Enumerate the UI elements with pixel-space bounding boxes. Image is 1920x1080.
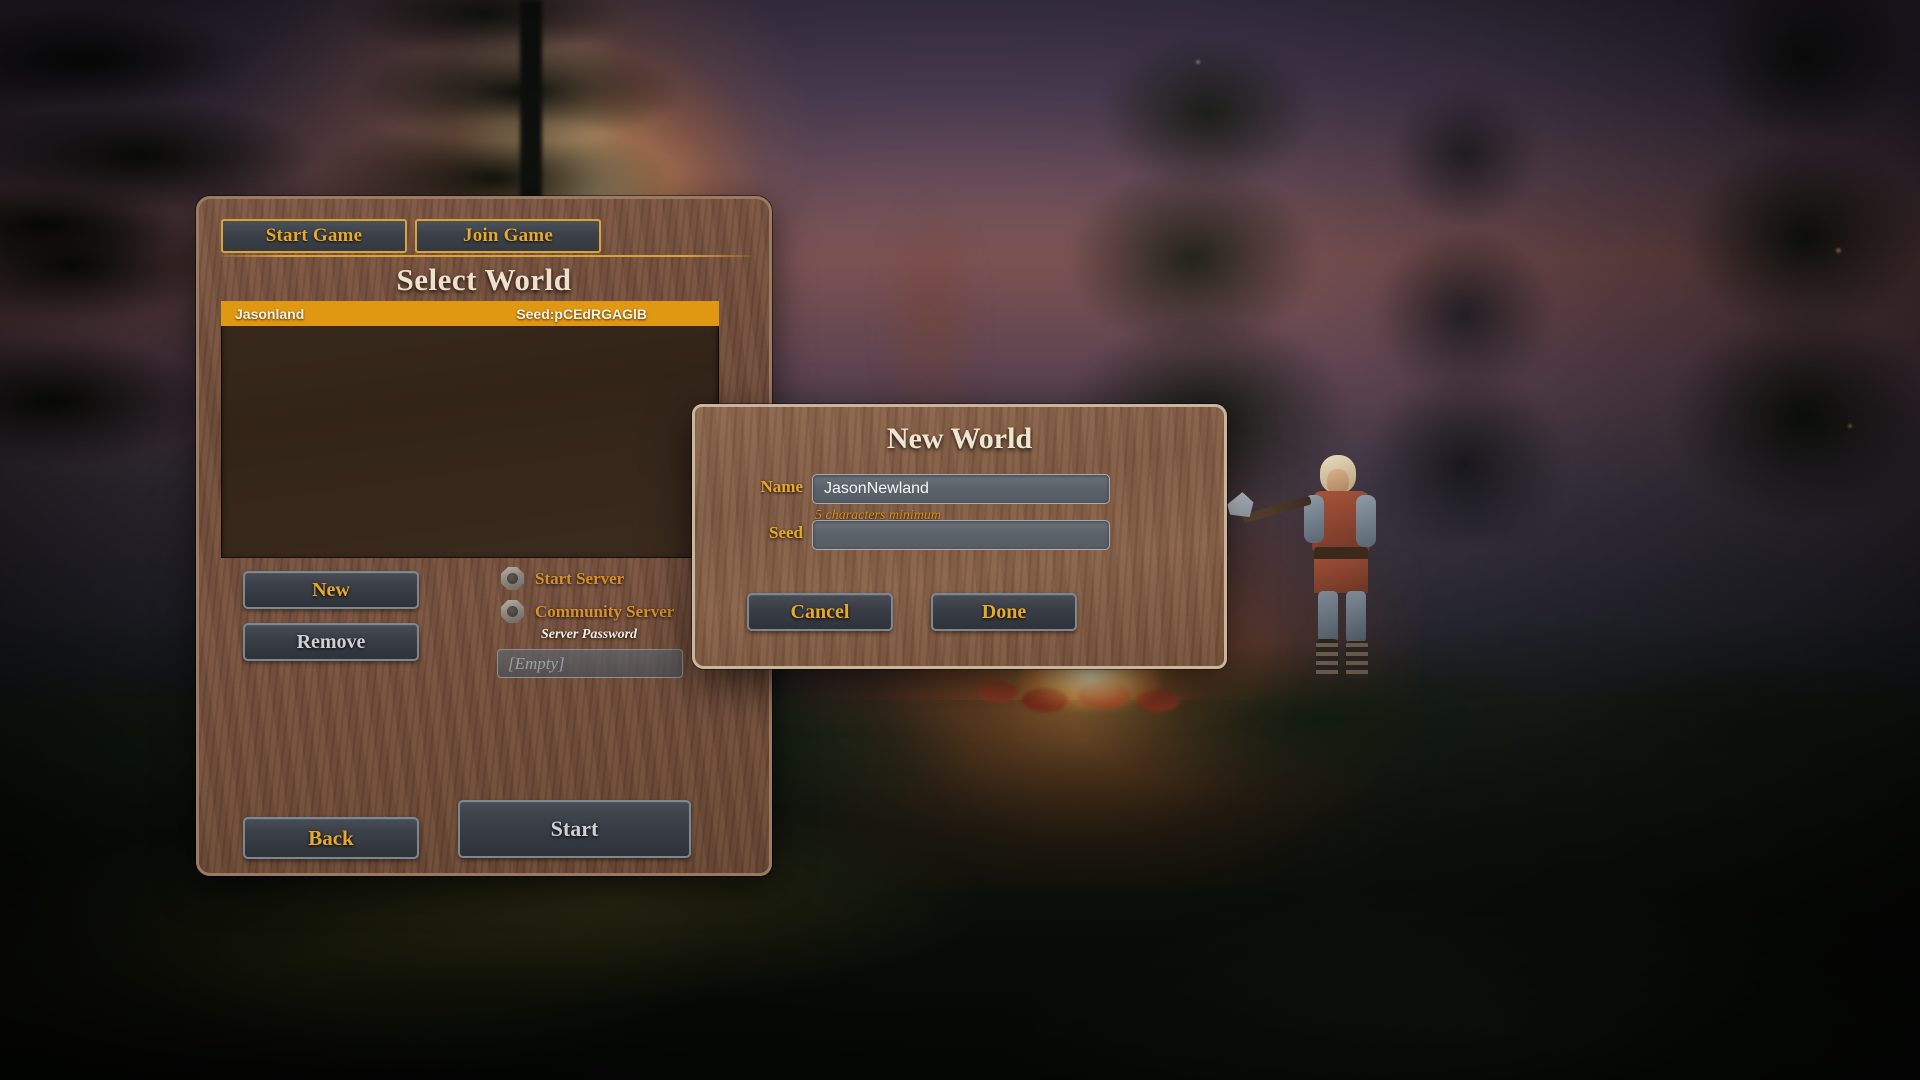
server-password-input[interactable]: [Empty] xyxy=(497,649,683,678)
dialog-title: New World xyxy=(886,422,1033,455)
ember xyxy=(1836,248,1841,253)
select-world-panel: Start Game Join Game Select World Jasonl… xyxy=(196,196,772,876)
tab-underline xyxy=(221,255,751,257)
start-button[interactable]: Start xyxy=(458,800,691,858)
seed-label: Seed xyxy=(769,523,803,542)
back-button[interactable]: Back xyxy=(243,817,419,859)
world-list-item[interactable]: Jasonland Seed:pCEdRGAGlB xyxy=(221,301,719,326)
radio-icon[interactable] xyxy=(501,600,524,623)
radio-icon[interactable] xyxy=(501,567,524,590)
page-title: Select World xyxy=(396,262,572,297)
viking-leg-left xyxy=(1318,591,1338,643)
done-button[interactable]: Done xyxy=(931,593,1077,631)
world-seed: Seed:pCEdRGAGlB xyxy=(516,305,647,322)
viking-skirt xyxy=(1314,559,1368,593)
viking-boot-left xyxy=(1316,639,1338,679)
world-seed-input[interactable] xyxy=(812,520,1110,550)
menu-tabs: Start Game Join Game xyxy=(221,219,601,253)
world-list[interactable]: Jasonland Seed:pCEdRGAGlB xyxy=(221,301,719,558)
tab-start-game[interactable]: Start Game xyxy=(221,219,407,253)
community-server-toggle[interactable]: Community Server xyxy=(501,600,674,623)
fire-stone xyxy=(978,682,1018,702)
viking-boot-right xyxy=(1346,641,1368,679)
world-name-input[interactable]: JasonNewland xyxy=(812,474,1110,504)
viking-arm-right xyxy=(1356,495,1376,547)
start-server-toggle[interactable]: Start Server xyxy=(501,567,624,590)
center-tree-trunk xyxy=(520,0,542,210)
right-conifer-far xyxy=(1640,0,1920,540)
viking-character xyxy=(1290,455,1400,685)
new-world-button[interactable]: New xyxy=(243,571,419,609)
ember xyxy=(1196,60,1200,64)
name-label: Name xyxy=(760,477,803,496)
start-server-label: Start Server xyxy=(535,568,625,588)
new-world-dialog: New World Name JasonNewland 5 characters… xyxy=(692,404,1227,669)
cancel-button[interactable]: Cancel xyxy=(747,593,893,631)
ember xyxy=(1848,424,1852,428)
tab-join-game[interactable]: Join Game xyxy=(415,219,601,253)
server-password-label: Server Password xyxy=(540,627,638,642)
remove-world-button[interactable]: Remove xyxy=(243,623,419,661)
community-server-label: Community Server xyxy=(535,601,675,621)
viking-leg-right xyxy=(1346,591,1366,643)
world-name: Jasonland xyxy=(235,305,305,322)
